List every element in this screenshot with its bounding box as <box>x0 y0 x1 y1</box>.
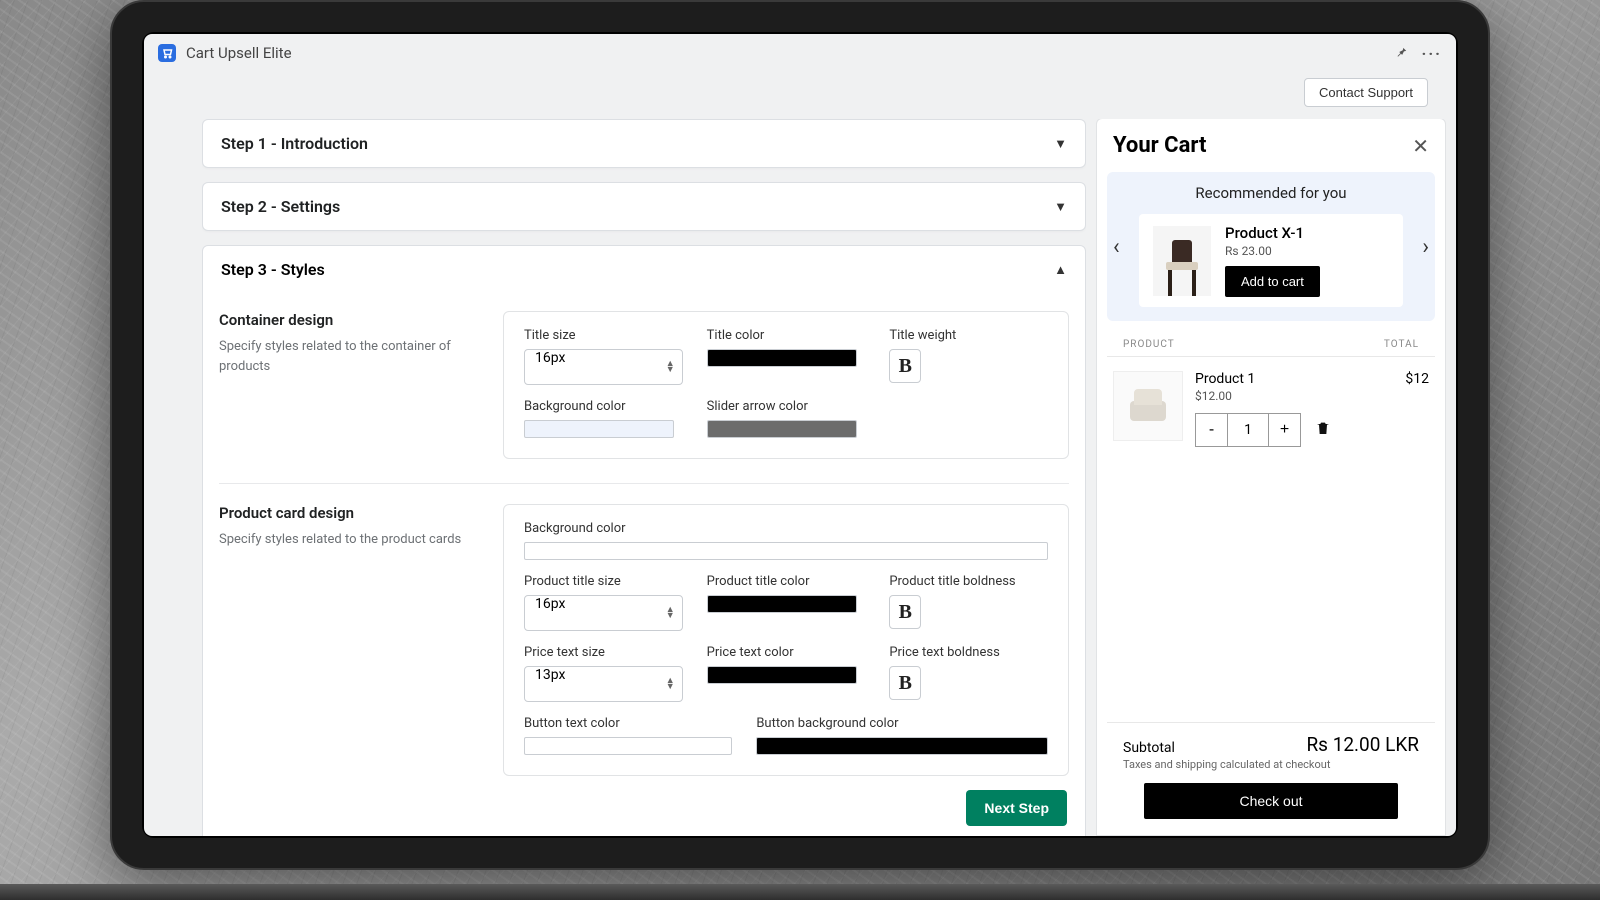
tax-note: Taxes and shipping calculated at checkou… <box>1123 758 1419 771</box>
checkout-button[interactable]: Check out <box>1144 783 1399 819</box>
product-card-design-card: Background color Product title size 16px <box>503 504 1069 776</box>
app-icon <box>158 44 176 62</box>
more-icon[interactable]: ··· <box>1422 44 1442 63</box>
product-price: $12.00 <box>1195 389 1393 403</box>
col-total: TOTAL <box>1384 339 1419 350</box>
arrow-color-label: Slider arrow color <box>707 399 866 414</box>
recommendation-block: Recommended for you ‹ › Product X-1 Rs 2… <box>1107 172 1435 321</box>
qty-increase-button[interactable]: + <box>1268 414 1300 446</box>
container-design-desc: Specify styles related to the container … <box>219 337 479 376</box>
title-color-label: Title color <box>707 328 866 343</box>
product-card-desc: Specify styles related to the product ca… <box>219 530 479 550</box>
step3-panel: Step 3 - Styles ▲ Container design Speci… <box>202 245 1086 836</box>
quantity-stepper: - 1 + <box>1195 413 1301 447</box>
ptitle-bold-label: Product title boldness <box>889 574 1048 589</box>
price-color-swatch[interactable] <box>707 666 857 684</box>
title-weight-label: Title weight <box>889 328 1048 343</box>
card-bg-label: Background color <box>524 521 1048 536</box>
qty-decrease-button[interactable]: - <box>1196 414 1228 446</box>
price-bold-toggle[interactable]: B <box>889 666 921 700</box>
ptitle-size-label: Product title size <box>524 574 683 589</box>
arrow-color-swatch[interactable] <box>707 420 857 438</box>
step1-accordion[interactable]: Step 1 - Introduction ▼ <box>202 119 1086 168</box>
title-size-label: Title size <box>524 328 683 343</box>
recommendation-image <box>1153 226 1211 296</box>
recommendation-title: Recommended for you <box>1115 184 1427 202</box>
col-product: PRODUCT <box>1123 339 1175 350</box>
btn-bg-label: Button background color <box>756 716 1048 731</box>
subtotal-label: Subtotal <box>1123 740 1175 756</box>
chevron-down-icon: ▼ <box>1054 199 1067 215</box>
btn-text-color-swatch[interactable] <box>524 737 732 755</box>
recommendation-price: Rs 23.00 <box>1225 244 1320 258</box>
product-card-heading: Product card design <box>219 504 479 522</box>
add-to-cart-button[interactable]: Add to cart <box>1225 266 1320 297</box>
product-image <box>1113 371 1183 441</box>
line-total: $12 <box>1405 371 1429 387</box>
cart-title: Your Cart <box>1113 133 1206 158</box>
ptitle-color-label: Product title color <box>707 574 866 589</box>
step1-label: Step 1 - Introduction <box>221 134 368 153</box>
app-title: Cart Upsell Elite <box>186 44 292 62</box>
container-design-heading: Container design <box>219 311 479 329</box>
title-color-swatch[interactable] <box>707 349 857 367</box>
ptitle-bold-toggle[interactable]: B <box>889 595 921 629</box>
container-bg-label: Background color <box>524 399 683 414</box>
recommendation-card: Product X-1 Rs 23.00 Add to cart <box>1139 214 1403 307</box>
step2-accordion[interactable]: Step 2 - Settings ▼ <box>202 182 1086 231</box>
step2-label: Step 2 - Settings <box>221 197 340 216</box>
contact-support-button[interactable]: Contact Support <box>1304 78 1428 107</box>
chevron-down-icon: ▼ <box>1054 136 1067 152</box>
recommendation-name: Product X-1 <box>1225 224 1320 242</box>
cart-line-item: Product 1 $12.00 - 1 + <box>1097 357 1445 461</box>
price-size-label: Price text size <box>524 645 683 660</box>
title-size-select[interactable]: 16px <box>524 349 683 385</box>
card-bg-swatch[interactable] <box>524 542 1048 560</box>
next-arrow-icon[interactable]: › <box>1422 234 1429 259</box>
price-bold-label: Price text boldness <box>889 645 1048 660</box>
prev-arrow-icon[interactable]: ‹ <box>1113 234 1120 259</box>
btn-bg-swatch[interactable] <box>756 737 1048 755</box>
pin-icon[interactable] <box>1394 44 1408 63</box>
close-icon[interactable]: ✕ <box>1412 134 1429 158</box>
trash-icon[interactable] <box>1315 420 1331 440</box>
chevron-up-icon: ▲ <box>1054 262 1067 278</box>
app-screen: Cart Upsell Elite ··· Contact Support St… <box>144 34 1456 836</box>
btn-text-color-label: Button text color <box>524 716 732 731</box>
price-size-select[interactable]: 13px <box>524 666 683 702</box>
ptitle-size-select[interactable]: 16px <box>524 595 683 631</box>
container-design-card: Title size 16px ▲▼ Title color <box>503 311 1069 459</box>
qty-value: 1 <box>1228 414 1268 446</box>
step3-label: Step 3 - Styles <box>221 260 325 279</box>
container-bg-swatch[interactable] <box>524 420 674 438</box>
ptitle-color-swatch[interactable] <box>707 595 857 613</box>
top-bar: Cart Upsell Elite ··· <box>144 34 1456 72</box>
step3-accordion[interactable]: Step 3 - Styles ▲ <box>203 246 1085 293</box>
price-color-label: Price text color <box>707 645 866 660</box>
settings-form: Step 1 - Introduction ▼ Step 2 - Setting… <box>202 119 1086 836</box>
title-bold-toggle[interactable]: B <box>889 349 921 383</box>
cart-preview: Your Cart ✕ Recommended for you ‹ › Pr <box>1096 119 1446 836</box>
next-step-button[interactable]: Next Step <box>966 790 1067 826</box>
subtotal-amount: Rs 12.00 LKR <box>1306 733 1419 756</box>
product-name: Product 1 <box>1195 371 1393 387</box>
